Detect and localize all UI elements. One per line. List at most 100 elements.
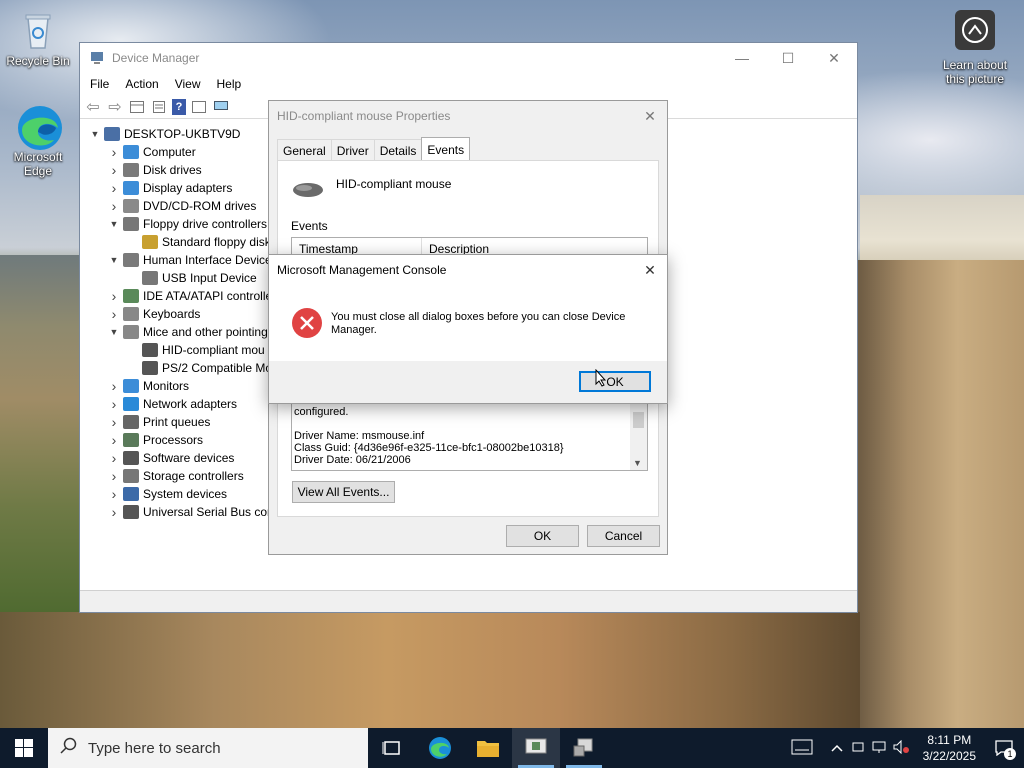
notification-center-button[interactable]: 1 bbox=[984, 728, 1024, 768]
mouse-cursor-icon bbox=[595, 368, 607, 390]
tab-general[interactable]: General bbox=[277, 139, 332, 161]
device-category-icon bbox=[123, 181, 139, 195]
network-icon[interactable] bbox=[871, 740, 887, 757]
desktop-icon-label: Learn about this picture bbox=[942, 58, 1008, 86]
info-line: configured. bbox=[294, 406, 349, 418]
menu-action[interactable]: Action bbox=[117, 77, 166, 91]
monitor-icon[interactable] bbox=[212, 99, 230, 115]
device-category-icon bbox=[123, 217, 139, 231]
tab-details[interactable]: Details bbox=[373, 139, 423, 161]
chevron-right-icon[interactable]: › bbox=[107, 162, 121, 178]
tree-item-label: USB Input Device bbox=[162, 271, 257, 285]
tree-item-label: Network adapters bbox=[143, 397, 238, 411]
maximize-button[interactable]: ☐ bbox=[765, 43, 811, 73]
search-placeholder: Type here to search bbox=[88, 739, 221, 757]
notification-badge: 1 bbox=[1004, 748, 1016, 760]
msgbox-title: Microsoft Management Console bbox=[277, 263, 447, 277]
help-icon[interactable]: ? bbox=[172, 98, 186, 115]
cancel-button[interactable]: Cancel bbox=[587, 525, 660, 547]
chevron-down-icon[interactable]: ▼ bbox=[107, 327, 121, 337]
taskbar-file-explorer[interactable] bbox=[464, 728, 512, 768]
menu-view[interactable]: View bbox=[167, 77, 209, 91]
properties-close-button[interactable]: ✕ bbox=[633, 101, 667, 131]
properties-titlebar[interactable]: HID-compliant mouse Properties ✕ bbox=[269, 101, 667, 131]
edge-icon bbox=[16, 104, 62, 150]
chevron-right-icon[interactable]: › bbox=[107, 144, 121, 160]
chevron-right-icon[interactable]: › bbox=[107, 378, 121, 394]
tab-events[interactable]: Events bbox=[421, 137, 471, 161]
clock[interactable]: 8:11 PM 3/22/2025 bbox=[915, 732, 984, 764]
desktop-icon-recycle-bin[interactable]: Recycle Bin bbox=[0, 8, 76, 68]
mmc-message-box[interactable]: Microsoft Management Console ✕ You must … bbox=[268, 254, 668, 404]
taskbar-edge[interactable] bbox=[416, 728, 464, 768]
usb-icon[interactable] bbox=[851, 740, 865, 757]
tree-item-label: IDE ATA/ATAPI controlle bbox=[143, 289, 273, 303]
forward-arrow-icon[interactable]: ⇨ bbox=[106, 99, 124, 116]
chevron-right-icon[interactable]: › bbox=[107, 198, 121, 214]
desktop-icon-edge[interactable]: Microsoft Edge bbox=[0, 104, 76, 178]
tree-item-label: Standard floppy disk bbox=[162, 235, 271, 249]
scroll-thumb[interactable] bbox=[633, 412, 644, 428]
events-label: Events bbox=[291, 219, 328, 233]
msgbox-ok-button[interactable]: OK bbox=[579, 371, 651, 392]
column-timestamp[interactable]: Timestamp bbox=[292, 238, 422, 256]
start-button[interactable] bbox=[0, 728, 48, 768]
chevron-right-icon[interactable]: › bbox=[107, 180, 121, 196]
menu-file[interactable]: File bbox=[82, 77, 117, 91]
search-box[interactable]: Type here to search bbox=[48, 728, 368, 768]
chevron-right-icon[interactable]: › bbox=[107, 450, 121, 466]
tree-item-label: Disk drives bbox=[143, 163, 202, 177]
chevron-right-icon[interactable]: › bbox=[107, 468, 121, 484]
chevron-right-icon[interactable]: › bbox=[107, 432, 121, 448]
taskbar-mmc[interactable] bbox=[560, 728, 608, 768]
keyboard-icon[interactable] bbox=[791, 739, 813, 758]
device-category-icon bbox=[123, 145, 139, 159]
device-manager-icon bbox=[88, 50, 106, 66]
tab-driver[interactable]: Driver bbox=[330, 139, 375, 161]
desktop-icon-label: Microsoft Edge bbox=[13, 150, 63, 178]
properties-grid-icon[interactable] bbox=[128, 99, 146, 115]
view-all-events-button[interactable]: View All Events... bbox=[292, 481, 395, 503]
device-manager-icon bbox=[525, 738, 547, 754]
minimize-button[interactable]: — bbox=[719, 43, 765, 73]
column-description[interactable]: Description bbox=[422, 238, 647, 256]
chevron-down-icon[interactable]: ▼ bbox=[88, 129, 102, 139]
chevron-right-icon[interactable]: › bbox=[107, 414, 121, 430]
device-category-icon bbox=[142, 361, 158, 375]
chevron-right-icon[interactable]: › bbox=[107, 486, 121, 502]
tree-item-label: Floppy drive controllers bbox=[143, 217, 268, 231]
window-title: Device Manager bbox=[112, 51, 200, 65]
recycle-bin-icon bbox=[16, 8, 60, 52]
msgbox-close-button[interactable]: ✕ bbox=[633, 255, 667, 285]
scroll-down-icon[interactable]: ▼ bbox=[633, 458, 642, 468]
taskbar: Type here to search 8:11 PM 3/22/2025 1 bbox=[0, 728, 1024, 768]
chevron-down-icon[interactable]: ▼ bbox=[107, 219, 121, 229]
chevron-right-icon[interactable]: › bbox=[107, 306, 121, 322]
msgbox-titlebar[interactable]: Microsoft Management Console ✕ bbox=[269, 255, 667, 285]
ok-button[interactable]: OK bbox=[506, 525, 579, 547]
desktop-icon-label: Recycle Bin bbox=[6, 54, 70, 68]
wallpaper-gorge bbox=[0, 612, 860, 728]
taskbar-device-manager[interactable] bbox=[512, 728, 560, 768]
menu-help[interactable]: Help bbox=[209, 77, 250, 91]
close-button[interactable]: ✕ bbox=[811, 43, 857, 73]
volume-muted-icon[interactable] bbox=[893, 739, 911, 757]
chevron-right-icon[interactable]: › bbox=[107, 288, 121, 304]
chevron-right-icon[interactable]: › bbox=[107, 396, 121, 412]
event-info-box[interactable]: configured. Driver Name: msmouse.inf Cla… bbox=[291, 401, 648, 471]
device-manager-titlebar[interactable]: Device Manager — ☐ ✕ bbox=[80, 43, 857, 73]
task-view-button[interactable] bbox=[368, 728, 416, 768]
list-icon[interactable] bbox=[150, 99, 168, 115]
chevron-down-icon[interactable]: ▼ bbox=[107, 255, 121, 265]
device-category-icon bbox=[142, 343, 158, 357]
back-arrow-icon[interactable]: ⇦ bbox=[84, 99, 102, 116]
device-category-icon bbox=[142, 235, 158, 249]
chevron-right-icon[interactable]: › bbox=[107, 504, 121, 520]
event-info-text: configured. Driver Name: msmouse.inf Cla… bbox=[294, 406, 564, 466]
info-scrollbar[interactable]: ▼ bbox=[630, 402, 647, 470]
desktop-icon-learn-picture[interactable]: Learn about this picture bbox=[936, 10, 1014, 86]
clock-time: 8:11 PM bbox=[927, 733, 972, 747]
chevron-up-icon[interactable] bbox=[831, 741, 843, 755]
wallpaper-hills bbox=[0, 255, 80, 615]
view-icon[interactable] bbox=[190, 99, 208, 115]
